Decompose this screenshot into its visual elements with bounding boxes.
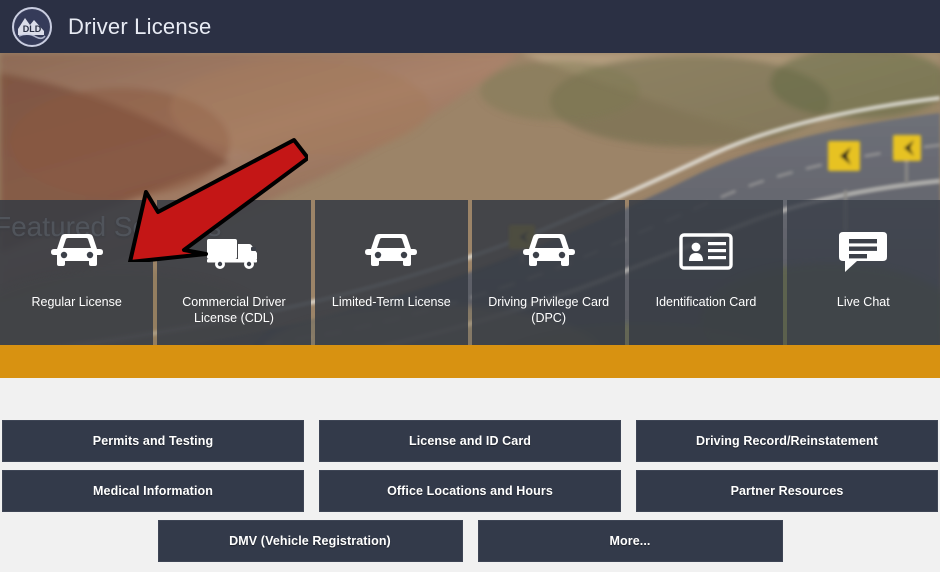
service-tile-driving-privilege-card[interactable]: Driving Privilege Card (DPC) xyxy=(471,200,626,345)
service-tile-regular-license[interactable]: Regular License xyxy=(0,200,154,345)
driver-license-page: DLD Driver License Regular License Comme… xyxy=(0,0,940,572)
featured-services-row: Regular License Commercial Driver Licens… xyxy=(0,200,940,345)
service-tile-label: Live Chat xyxy=(836,295,890,309)
nav-row-2: Medical Information Office Locations and… xyxy=(0,470,940,512)
nav-button-driving-record-reinstatement[interactable]: Driving Record/Reinstatement xyxy=(636,420,938,462)
service-tile-live-chat[interactable]: Live Chat xyxy=(786,200,940,345)
nav-row-3: DMV (Vehicle Registration) More... xyxy=(0,520,940,562)
nav-button-permits-and-testing[interactable]: Permits and Testing xyxy=(2,420,304,462)
chat-bubble-icon xyxy=(837,222,889,280)
service-tile-limited-term-license[interactable]: Limited-Term License xyxy=(314,200,468,345)
dld-seal-logo: DLD xyxy=(12,6,52,47)
svg-text:DLD: DLD xyxy=(23,24,42,34)
car-front-icon xyxy=(363,222,419,280)
car-front-icon xyxy=(49,222,105,280)
service-tile-label: Driving Privilege Card (DPC) xyxy=(488,295,610,325)
nav-button-medical-information[interactable]: Medical Information xyxy=(2,470,304,512)
service-tile-label: Identification Card xyxy=(655,295,757,309)
nav-button-partner-resources[interactable]: Partner Resources xyxy=(636,470,938,512)
nav-button-license-and-id-card[interactable]: License and ID Card xyxy=(319,420,621,462)
page-title: Driver License xyxy=(68,13,212,39)
truck-icon xyxy=(205,222,263,280)
secondary-navigation: Permits and Testing License and ID Card … xyxy=(0,378,940,572)
nav-button-office-locations-and-hours[interactable]: Office Locations and Hours xyxy=(319,470,621,512)
service-tile-label: Regular License xyxy=(31,295,122,309)
id-card-icon xyxy=(678,222,734,280)
gold-divider-bar xyxy=(0,345,940,378)
service-tile-identification-card[interactable]: Identification Card xyxy=(629,200,783,345)
car-front-icon xyxy=(521,222,577,280)
nav-button-more[interactable]: More... xyxy=(477,520,783,562)
service-tile-label: Commercial Driver License (CDL) xyxy=(182,295,286,325)
service-tile-label: Limited-Term License xyxy=(331,295,451,309)
service-tile-cdl[interactable]: Commercial Driver License (CDL) xyxy=(157,200,311,345)
logo-mountain-graphic: DLD xyxy=(15,9,49,44)
nav-row-1: Permits and Testing License and ID Card … xyxy=(0,420,940,462)
nav-button-dmv-vehicle-registration[interactable]: DMV (Vehicle Registration) xyxy=(157,520,463,562)
site-header: DLD Driver License xyxy=(0,0,940,53)
